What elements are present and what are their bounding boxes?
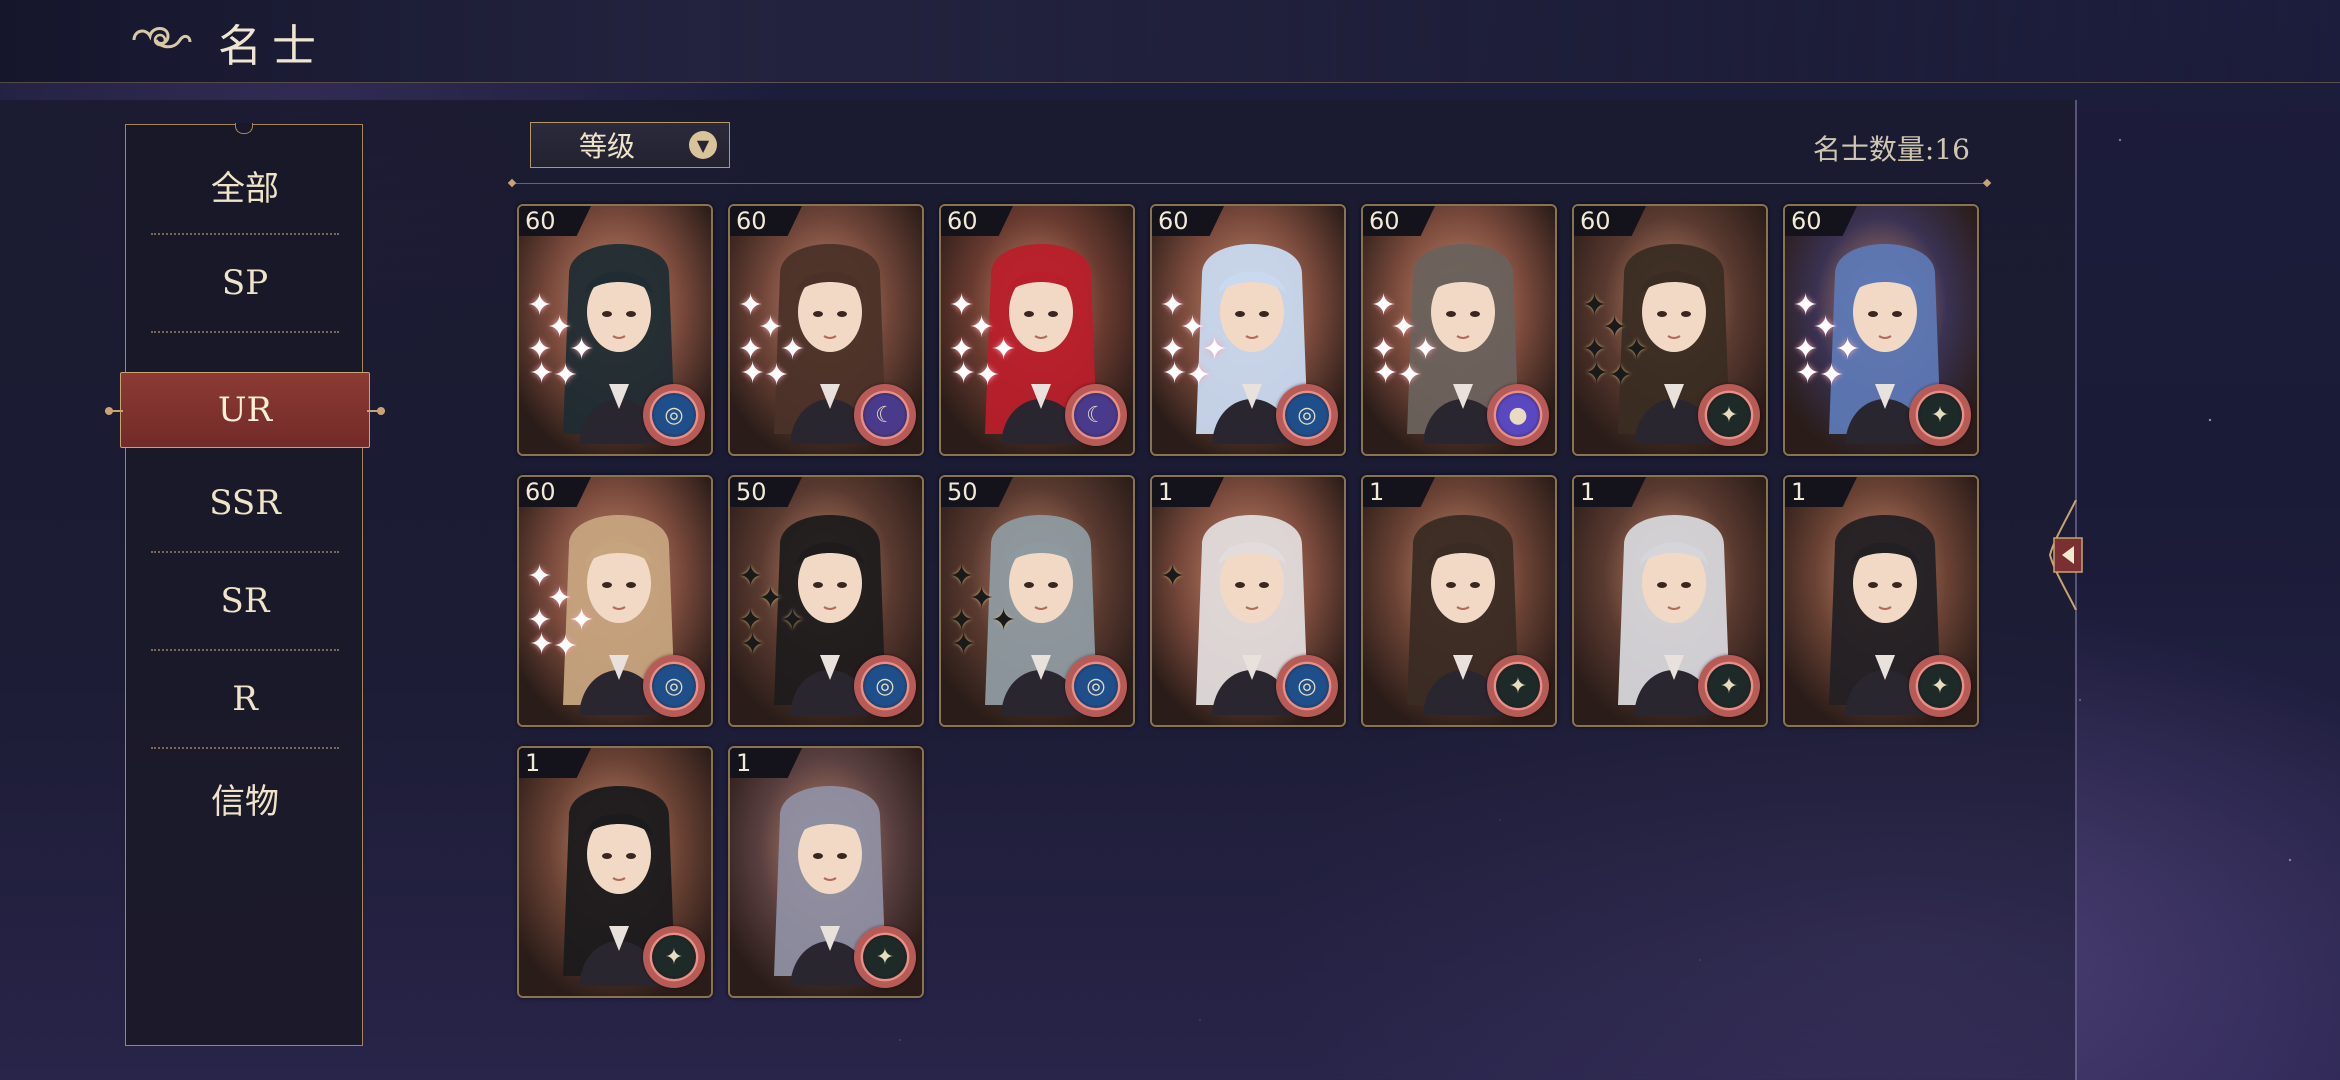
- star-icon: ✦: [1584, 356, 1610, 391]
- emblem-core: ✦: [1918, 393, 1962, 437]
- hero-card[interactable]: 1 ✦: [1572, 475, 1768, 727]
- count-value: 16: [1934, 133, 1970, 166]
- category-r[interactable]: R: [151, 651, 339, 749]
- hero-card[interactable]: 1 ✦: [1361, 475, 1557, 727]
- compass-icon: ✦: [1698, 384, 1760, 446]
- emblem-core: ✦: [1707, 664, 1751, 708]
- emblem-core: ✦: [1918, 664, 1962, 708]
- emblem-core: ✦: [1496, 664, 1540, 708]
- category-token[interactable]: 信物: [151, 749, 339, 847]
- hero-card[interactable]: 60 ✦ ✦ ✦ ✦ ✦ ✦ ✦: [1783, 204, 1979, 456]
- emblem-core: ◎: [1285, 664, 1329, 708]
- compass-icon: ✦: [1909, 655, 1971, 717]
- hero-card[interactable]: 60 ✦ ✦ ✦ ✦ ✦ ✦ ●: [1361, 204, 1557, 456]
- ornament: [367, 407, 385, 415]
- category-label: R: [232, 679, 258, 719]
- category-sidebar: 全部 SP UR SSR SR R 信物: [105, 124, 385, 1046]
- hero-card[interactable]: 1 ✦: [728, 746, 924, 998]
- count-label: 名士数量:: [1812, 133, 1935, 166]
- star-icon: ✦: [553, 358, 579, 393]
- category-sp[interactable]: SP: [151, 235, 339, 333]
- hero-count: 名士数量:16: [1813, 128, 1970, 168]
- emblem-core: ◎: [863, 664, 907, 708]
- compass-icon: ✦: [1487, 655, 1549, 717]
- star-icon: ✦: [553, 629, 579, 664]
- star-icon: ✦: [529, 356, 555, 391]
- hero-card[interactable]: 1 ✦ ◎: [1150, 475, 1346, 727]
- emblem-core: ✦: [652, 935, 696, 979]
- hero-card[interactable]: 1 ✦: [1783, 475, 1979, 727]
- compass-icon: ✦: [643, 926, 705, 988]
- sea-emblem-icon: ◎: [1276, 384, 1338, 446]
- sea-emblem-icon: ◎: [1065, 655, 1127, 717]
- star-icon: ✦: [1186, 358, 1212, 393]
- sea-emblem-icon: ◎: [643, 655, 705, 717]
- star-icon: ✦: [780, 603, 806, 638]
- emblem-core: ☾: [1074, 393, 1118, 437]
- page-title: 名士: [218, 21, 326, 72]
- divider: [512, 183, 1987, 184]
- filter-label: 等级: [579, 130, 636, 163]
- sea-emblem-icon: ◎: [643, 384, 705, 446]
- category-label: SP: [221, 263, 269, 303]
- hero-card[interactable]: 60 ✦ ✦ ✦ ✦ ✦ ✦ ☾: [939, 204, 1135, 456]
- hero-card[interactable]: 60 ✦ ✦ ✦ ✦ ✦ ✦ ◎: [1150, 204, 1346, 456]
- category-sr[interactable]: SR: [151, 553, 339, 651]
- hero-card[interactable]: 60 ✦ ✦ ✦ ✦ ✦ ✦ ◎: [517, 204, 713, 456]
- emblem-core: ◎: [652, 393, 696, 437]
- compass-icon: ✦: [854, 926, 916, 988]
- planet-orb-icon: ●: [1487, 384, 1549, 446]
- category-label: 信物: [211, 781, 279, 822]
- hero-card[interactable]: 50 ✦ ✦ ✦ ✦ ✦ ◎: [728, 475, 924, 727]
- category-label: 全部: [211, 168, 279, 209]
- category-ssr[interactable]: SSR: [151, 455, 339, 553]
- star-icon: ✦: [1397, 358, 1423, 393]
- emblem-core: ✦: [863, 935, 907, 979]
- category-ur[interactable]: UR: [105, 372, 385, 448]
- emblem-core: ✦: [1707, 393, 1751, 437]
- star-icon: ✦: [1162, 356, 1188, 391]
- emblem-core: ◎: [652, 664, 696, 708]
- star-icon: ✦: [529, 627, 555, 662]
- hero-card-grid: 60 ✦ ✦ ✦ ✦ ✦ ✦ ◎ 60 ✦ ✦ ✦ ✦ ✦ ✦ ☾ 60 ✦ ✦ ✦ ✦ ✦ ✦ ☾ 60 ✦ ✦ ✦ ✦ ✦ ✦ ◎ …: [517, 204, 1979, 1004]
- compass-icon: ✦: [1698, 655, 1760, 717]
- star-icon: ✦: [975, 358, 1001, 393]
- hero-card[interactable]: 60 ✦ ✦ ✦ ✦ ✦ ✦ ✦: [1572, 204, 1768, 456]
- sea-emblem-icon: ◎: [854, 655, 916, 717]
- star-icon: ✦: [1373, 356, 1399, 391]
- star-icon: ✦: [991, 603, 1017, 638]
- star-icon: ✦: [1819, 358, 1845, 393]
- star-icon: ✦: [764, 358, 790, 393]
- star-icon: ✦: [1160, 559, 1186, 594]
- category-label: SSR: [209, 483, 281, 523]
- cloud-emblem-icon: [132, 27, 192, 49]
- hero-card[interactable]: 50 ✦ ✦ ✦ ✦ ✦ ◎: [939, 475, 1135, 727]
- star-icon: ✦: [1608, 358, 1634, 393]
- emblem-core: ◎: [1285, 393, 1329, 437]
- moon-orbit-icon: ☾: [1065, 384, 1127, 446]
- category-all[interactable]: 全部: [151, 137, 339, 235]
- top-header: 名士: [0, 0, 2340, 83]
- emblem-core: ●: [1496, 393, 1540, 437]
- hero-card[interactable]: 1 ✦: [517, 746, 713, 998]
- ornament: [105, 407, 123, 415]
- hero-card[interactable]: 60 ✦ ✦ ✦ ✦ ✦ ✦ ◎: [517, 475, 713, 727]
- sort-filter-dropdown[interactable]: 等级 ▼: [530, 122, 730, 168]
- category-label: SR: [220, 581, 270, 621]
- sea-emblem-icon: ◎: [1276, 655, 1338, 717]
- chevron-down-icon: ▼: [689, 131, 717, 159]
- hero-card[interactable]: 60 ✦ ✦ ✦ ✦ ✦ ✦ ☾: [728, 204, 924, 456]
- star-icon: ✦: [740, 627, 766, 662]
- star-icon: ✦: [951, 356, 977, 391]
- star-icon: ✦: [1795, 356, 1821, 391]
- side-panel-toggle[interactable]: [2046, 500, 2086, 610]
- compass-icon: ✦: [1909, 384, 1971, 446]
- moon-orbit-icon: ☾: [854, 384, 916, 446]
- star-icon: ✦: [951, 627, 977, 662]
- category-label: UR: [217, 390, 273, 430]
- star-icon: ✦: [740, 356, 766, 391]
- emblem-core: ☾: [863, 393, 907, 437]
- emblem-core: ◎: [1074, 664, 1118, 708]
